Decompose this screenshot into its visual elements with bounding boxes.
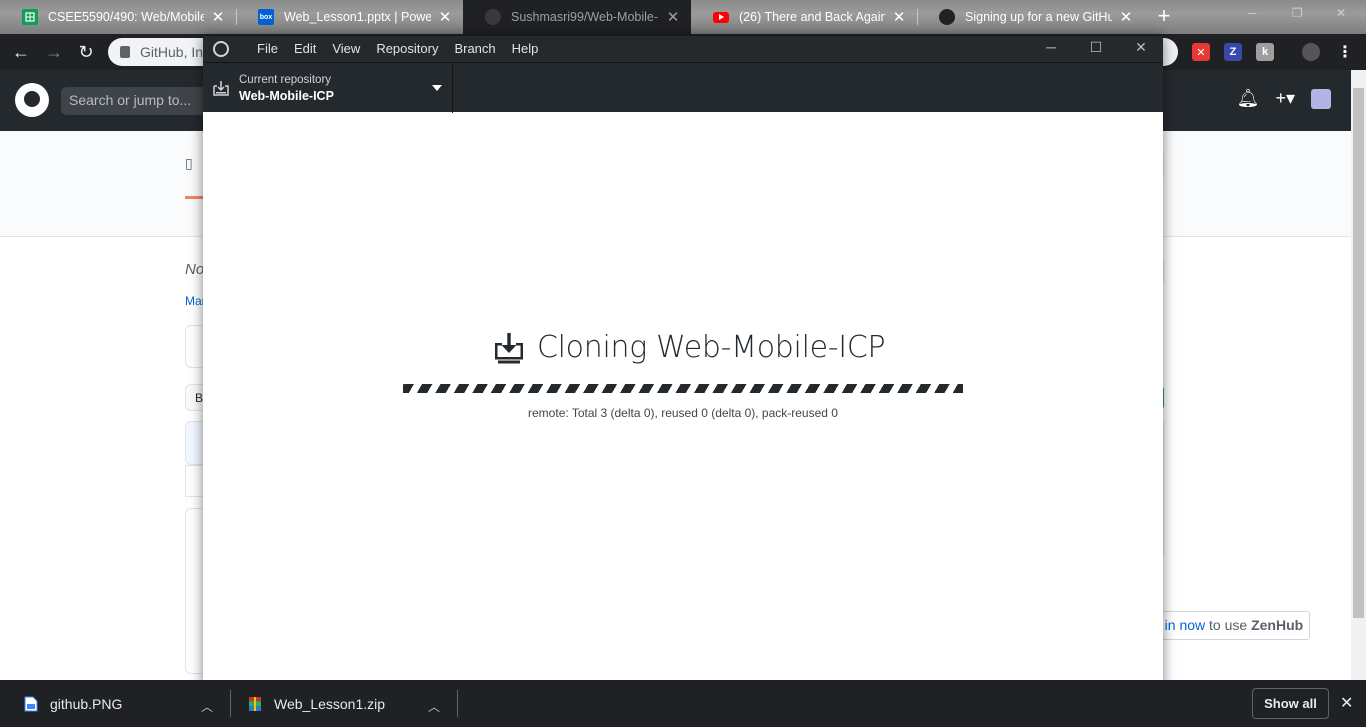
sheets-icon — [22, 9, 38, 25]
github-desktop-logo-icon — [213, 41, 229, 57]
tab-title: CSEE5590/490: Web/Mobile Pr — [48, 10, 204, 24]
plus-icon[interactable]: +▾ — [1275, 88, 1295, 109]
selected-tab-indicator — [185, 196, 205, 199]
minimize-icon[interactable]: ─ — [1043, 39, 1059, 55]
zenhub-text: to use — [1205, 617, 1252, 633]
scrollbar-thumb[interactable] — [1353, 88, 1364, 618]
close-tab-icon[interactable]: ✕ — [1118, 8, 1134, 26]
zenhub-signin-banner[interactable]: n in now to use ZenHub — [1140, 611, 1310, 640]
forward-icon[interactable]: → — [44, 42, 64, 62]
download-item[interactable]: Web_Lesson1.zip — [248, 680, 385, 727]
clone-status-text: remote: Total 3 (delta 0), reused 0 (del… — [528, 406, 838, 420]
cloning-title-text: Cloning Web-Mobile-ICP — [537, 330, 886, 365]
download-filename: Web_Lesson1.zip — [274, 695, 386, 712]
download-divider — [457, 690, 458, 717]
cloning-heading: Cloning Web-Mobile-ICP — [493, 330, 886, 365]
tab-pptx[interactable]: box Web_Lesson1.pptx | Powered b ✕ — [236, 0, 463, 34]
download-divider — [230, 690, 231, 717]
zenhub-brand: ZenHub — [1251, 617, 1304, 633]
show-all-button[interactable]: Show all — [1252, 688, 1329, 719]
menu-bar: File Edit View Repository Branch Help — [249, 41, 546, 56]
image-file-icon — [24, 696, 38, 711]
tab-github-signup[interactable]: Signing up for a new GitHub a ✕ — [917, 0, 1144, 34]
repo-clone-icon — [213, 81, 229, 96]
chevron-down-icon — [432, 85, 442, 91]
github-header-actions: 🔔︎ +▾ — [1237, 88, 1331, 109]
browser-tab-strip: CSEE5590/490: Web/Mobile Pr ✕ box Web_Le… — [0, 0, 1366, 34]
download-shelf: github.PNG ︿ Web_Lesson1.zip ︿ Show all … — [0, 680, 1366, 727]
branch-button-label: B — [195, 391, 204, 405]
zotero-extension-icon[interactable]: Z — [1224, 43, 1242, 61]
menu-help[interactable]: Help — [504, 41, 547, 56]
chevron-up-icon[interactable]: ︿ — [428, 698, 440, 715]
tab-title: (26) There and Back Again A Pa — [739, 10, 885, 24]
github-logo-icon[interactable] — [15, 83, 49, 117]
github-icon — [939, 9, 955, 25]
menu-edit[interactable]: Edit — [286, 41, 324, 56]
close-window-icon[interactable]: ✕ — [1336, 6, 1346, 20]
maximize-icon[interactable]: ☐ — [1088, 39, 1104, 55]
menu-dots-icon[interactable]: ⋮ — [1336, 43, 1354, 61]
reload-icon[interactable]: ↻ — [76, 42, 96, 62]
github-icon — [485, 9, 501, 25]
repo-book-icon: ▯ — [185, 155, 193, 171]
menu-view[interactable]: View — [324, 41, 368, 56]
cloning-view: Cloning Web-Mobile-ICP remote: Total 3 (… — [203, 112, 1163, 694]
tab-title: Web_Lesson1.pptx | Powered b — [284, 10, 431, 24]
desktop-toolbar: Current repository Web-Mobile-ICP — [203, 62, 1163, 113]
clone-progress-bar — [403, 384, 963, 393]
restore-icon[interactable]: ❐ — [1292, 6, 1303, 20]
repo-name: Web-Mobile-ICP — [239, 89, 334, 103]
shield-extension-icon[interactable]: ✕ — [1192, 43, 1210, 61]
youtube-icon — [713, 11, 729, 23]
minimize-icon[interactable]: ─ — [1248, 6, 1257, 20]
extension-icon[interactable]: k — [1256, 43, 1274, 61]
menu-file[interactable]: File — [249, 41, 286, 56]
tab-github-repo[interactable]: Sushmasri99/Web-Mobile-ICP ✕ — [463, 0, 691, 34]
close-icon[interactable]: ✕ — [1340, 693, 1353, 713]
lock-icon — [120, 46, 130, 58]
tab-spreadsheet[interactable]: CSEE5590/490: Web/Mobile Pr ✕ — [0, 0, 236, 34]
close-tab-icon[interactable]: ✕ — [891, 8, 907, 26]
github-desktop-window: File Edit View Repository Branch Help ─ … — [203, 36, 1163, 694]
back-icon[interactable]: ← — [11, 42, 31, 62]
avatar[interactable] — [1311, 88, 1331, 109]
repo-caption: Current repository — [239, 74, 332, 86]
current-repository-selector[interactable]: Current repository Web-Mobile-ICP — [203, 63, 453, 113]
download-item[interactable]: github.PNG — [24, 680, 122, 727]
tab-youtube[interactable]: (26) There and Back Again A Pa ✕ — [691, 0, 917, 34]
menu-repository[interactable]: Repository — [368, 41, 446, 56]
profile-avatar-icon[interactable] — [1302, 43, 1320, 61]
box-icon: box — [258, 9, 274, 25]
chevron-up-icon[interactable]: ︿ — [201, 698, 213, 715]
new-tab-button[interactable]: + — [1153, 5, 1175, 28]
description-fragment: No — [185, 261, 205, 278]
desktop-titlebar: File Edit View Repository Branch Help ─ … — [203, 36, 1163, 62]
close-tab-icon[interactable]: ✕ — [437, 8, 453, 26]
close-tab-icon[interactable]: ✕ — [210, 8, 226, 26]
download-filename: github.PNG — [50, 695, 123, 712]
close-tab-icon[interactable]: ✕ — [665, 8, 681, 26]
address-text: GitHub, In — [140, 44, 204, 60]
close-icon[interactable]: ✕ — [1133, 39, 1149, 55]
page-scrollbar[interactable] — [1351, 70, 1366, 680]
clone-download-icon — [495, 332, 523, 363]
bell-icon[interactable]: 🔔︎ — [1237, 88, 1260, 109]
tab-title: Signing up for a new GitHub a — [965, 10, 1112, 24]
archive-file-icon — [249, 696, 261, 711]
tab-title: Sushmasri99/Web-Mobile-ICP — [511, 10, 659, 24]
menu-branch[interactable]: Branch — [446, 41, 503, 56]
